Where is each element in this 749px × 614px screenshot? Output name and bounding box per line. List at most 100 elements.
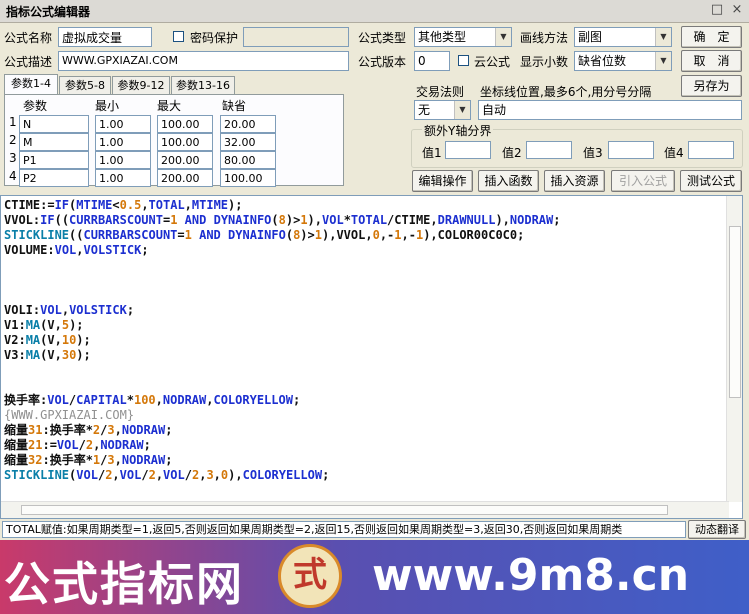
code-line[interactable]: 缩量32:换手率*1/3,NODRAW; <box>4 453 172 468</box>
decimal-label: 显示小数 <box>520 55 569 69</box>
chevron-down-icon: ▼ <box>655 52 671 70</box>
version-label: 公式版本 <box>358 55 407 69</box>
param-max-input[interactable]: 200.00 <box>157 151 213 169</box>
code-line[interactable]: CTIME:=IF(MTIME<0.5,TOTAL,MTIME); <box>4 198 242 213</box>
ok-button[interactable]: 确 定 <box>681 26 742 48</box>
param-default-input[interactable]: 32.00 <box>220 133 276 151</box>
code-line[interactable]: V2:MA(V,10); <box>4 333 91 348</box>
param-min-input[interactable]: 1.00 <box>95 151 151 169</box>
code-line[interactable]: V3:MA(V,30); <box>4 348 91 363</box>
code-line[interactable]: 缩量31:换手率*2/3,NODRAW; <box>4 423 172 438</box>
code-line[interactable]: 缩量21:=VOL/2,NODRAW; <box>4 438 151 453</box>
tab-params-1-4[interactable]: 参数1-4 <box>4 74 58 95</box>
param-default-input[interactable]: 80.00 <box>220 151 276 169</box>
param-name-input[interactable]: N <box>19 115 89 133</box>
tab-params-13-16[interactable]: 参数13-16 <box>171 76 235 94</box>
trade-rule-label: 交易法则 <box>416 85 465 99</box>
code-line[interactable]: VOLUME:VOL,VOLSTICK; <box>4 243 149 258</box>
param-row-index: 1 <box>9 115 17 129</box>
password-input[interactable] <box>243 27 349 47</box>
param-min-input[interactable]: 1.00 <box>95 169 151 187</box>
param-header-max: 最大 <box>157 99 182 113</box>
formula-name-label: 公式名称 <box>4 31 53 45</box>
param-header-default: 缺省 <box>222 99 247 113</box>
axis-position-label: 坐标线位置,最多6个,用分号分隔 <box>480 85 652 99</box>
trade-rule-value: 无 <box>418 103 431 117</box>
version-input[interactable]: 0 <box>414 51 450 71</box>
param-max-input[interactable]: 200.00 <box>157 169 213 187</box>
code-line[interactable]: {WWW.GPXIAZAI.COM} <box>4 408 134 423</box>
title-bar: 指标公式编辑器 □ × <box>0 0 749 23</box>
banner-left-text: 公式指标网 <box>4 557 244 611</box>
code-line[interactable]: VOLI:VOL,VOLSTICK; <box>4 303 134 318</box>
password-checkbox[interactable] <box>173 31 184 42</box>
draw-method-select[interactable]: 副图 ▼ <box>574 27 672 47</box>
param-default-input[interactable]: 20.00 <box>220 115 276 133</box>
param-header-name: 参数 <box>23 99 48 113</box>
formula-type-select[interactable]: 其他类型 ▼ <box>414 27 512 47</box>
param-default-input[interactable]: 100.00 <box>220 169 276 187</box>
param-name-input[interactable]: P2 <box>19 169 89 187</box>
formula-desc-input[interactable]: WWW.GPXIAZAI.COM <box>58 51 349 71</box>
code-editor[interactable]: CTIME:=IF(MTIME<0.5,TOTAL,MTIME); VVOL:IF… <box>0 195 743 519</box>
params-panel: 参数 最小 最大 缺省 1 N 1.00 100.00 20.00 2 M 1.00 100.0… <box>4 94 344 187</box>
close-icon[interactable]: × <box>730 3 744 17</box>
chevron-down-icon: ▼ <box>495 28 511 46</box>
decimal-select[interactable]: 缺省位数 ▼ <box>574 51 672 71</box>
code-line[interactable]: STICKLINE((CURRBARSCOUNT=1 AND DYNAINFO(… <box>4 228 524 243</box>
extra-axis-group: 额外Y轴分界 值1 值2 值3 值4 <box>411 122 743 168</box>
cancel-button[interactable]: 取 消 <box>681 50 742 72</box>
param-row-index: 4 <box>9 169 17 183</box>
edit-ops-button[interactable]: 编辑操作 <box>412 170 473 192</box>
restore-icon[interactable]: □ <box>710 3 724 17</box>
param-row-index: 3 <box>9 151 17 165</box>
code-line[interactable]: STICKLINE(VOL/2,VOL/2,VOL/2,3,0),COLORYE… <box>4 468 329 483</box>
trade-rule-select[interactable]: 无 ▼ <box>414 100 471 120</box>
code-line[interactable]: VVOL:IF((CURRBARSCOUNT=1 AND DYNAINFO(8)… <box>4 213 560 228</box>
formula-editor-window: 指标公式编辑器 □ × 公式名称 虚拟成交量 密码保护 公式类型 其他类型 ▼ 画… <box>0 0 749 540</box>
formula-type-value: 其他类型 <box>418 30 467 44</box>
scroll-thumb[interactable] <box>729 226 741 398</box>
extra-axis-label-2: 值2 <box>502 146 522 160</box>
password-label: 密码保护 <box>190 31 239 45</box>
extra-axis-input-2[interactable] <box>526 141 572 159</box>
code-line[interactable]: V1:MA(V,5); <box>4 318 84 333</box>
horizontal-scrollbar[interactable] <box>1 501 729 518</box>
tab-params-5-8[interactable]: 参数5-8 <box>59 76 111 94</box>
param-name-input[interactable]: M <box>19 133 89 151</box>
code-line[interactable]: 换手率:VOL/CAPITAL*100,NODRAW,COLORYELLOW; <box>4 393 300 408</box>
status-text: TOTAL赋值:如果周期类型=1,返回5,否则返回如果周期类型=2,返回15,否… <box>2 521 686 538</box>
insert-function-button[interactable]: 插入函数 <box>478 170 539 192</box>
window-title: 指标公式编辑器 <box>6 5 91 19</box>
param-name-input[interactable]: P1 <box>19 151 89 169</box>
formula-name-input[interactable]: 虚拟成交量 <box>58 27 152 47</box>
tab-params-9-12[interactable]: 参数9-12 <box>112 76 170 94</box>
test-formula-button[interactable]: 测试公式 <box>680 170 742 192</box>
dynamic-translate-button[interactable]: 动态翻译 <box>688 520 746 539</box>
draw-method-label: 画线方法 <box>520 31 569 45</box>
axis-position-input[interactable]: 自动 <box>478 100 742 120</box>
cloud-formula-checkbox[interactable] <box>458 55 469 66</box>
param-max-input[interactable]: 100.00 <box>157 115 213 133</box>
scroll-thumb[interactable] <box>21 505 668 515</box>
extra-axis-input-1[interactable] <box>445 141 491 159</box>
extra-axis-label-1: 值1 <box>422 146 442 160</box>
extra-axis-input-4[interactable] <box>688 141 734 159</box>
param-min-input[interactable]: 1.00 <box>95 115 151 133</box>
param-header-min: 最小 <box>95 99 120 113</box>
save-as-button[interactable]: 另存为 <box>681 75 742 97</box>
status-bar: TOTAL赋值:如果周期类型=1,返回5,否则返回如果周期类型=2,返回15,否… <box>0 520 749 540</box>
formula-desc-label: 公式描述 <box>4 55 53 69</box>
param-row-index: 2 <box>9 133 17 147</box>
param-min-input[interactable]: 1.00 <box>95 133 151 151</box>
param-max-input[interactable]: 100.00 <box>157 133 213 151</box>
watermark-banner: 公式指标网 式 www.9m8.cn <box>0 540 749 614</box>
insert-resource-button[interactable]: 插入资源 <box>544 170 605 192</box>
vertical-scrollbar[interactable] <box>726 196 742 502</box>
formula-type-label: 公式类型 <box>358 31 407 45</box>
chevron-down-icon: ▼ <box>655 28 671 46</box>
import-formula-button[interactable]: 引入公式 <box>611 170 675 192</box>
extra-axis-input-3[interactable] <box>608 141 654 159</box>
cloud-formula-label: 云公式 <box>474 55 511 69</box>
banner-right-text: www.9m8.cn <box>372 550 690 601</box>
